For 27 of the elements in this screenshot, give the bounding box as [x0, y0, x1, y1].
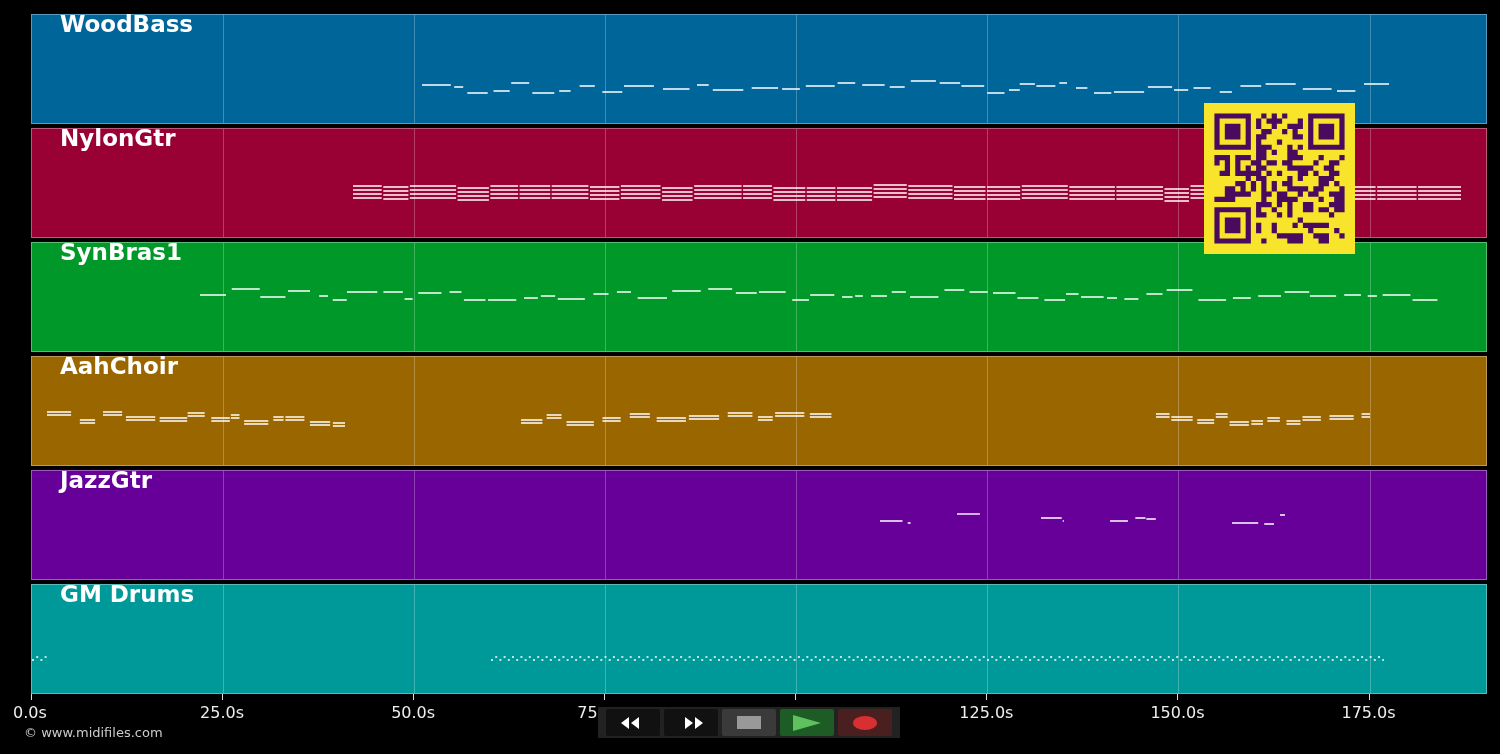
record-button[interactable]	[838, 709, 892, 736]
tick-label: 125.0s	[959, 703, 1014, 722]
tick-label: 25.0s	[200, 703, 245, 722]
tick-label: 50.0s	[391, 703, 436, 722]
copyright-text: © www.midifiles.com	[24, 725, 163, 740]
track-name: AahChoir	[60, 353, 178, 379]
track-name: JazzGtr	[60, 467, 153, 493]
track-name: GM Drums	[60, 581, 195, 607]
tick-label: 150.0s	[1150, 703, 1205, 722]
fast-forward-button[interactable]	[664, 709, 718, 736]
track-name: WoodBass	[60, 11, 194, 37]
tick-label: 0.0s	[13, 703, 47, 722]
stop-icon	[737, 716, 761, 729]
qr-code-icon	[1204, 103, 1355, 254]
play-icon	[792, 714, 822, 731]
play-button[interactable]	[780, 709, 834, 736]
rewind-button[interactable]	[606, 709, 660, 736]
track-name: SynBras1	[60, 239, 183, 265]
tick-label: 175.0s	[1341, 703, 1396, 722]
notes-drawing	[880, 520, 911, 524]
track-name: NylonGtr	[60, 125, 176, 151]
tick-label: 75	[577, 703, 598, 722]
stop-button[interactable]	[722, 709, 776, 736]
notes-drawing	[1040, 517, 1064, 522]
notes-drawing	[1231, 514, 1286, 525]
record-icon	[853, 715, 877, 730]
notes-drawing	[1109, 517, 1156, 522]
